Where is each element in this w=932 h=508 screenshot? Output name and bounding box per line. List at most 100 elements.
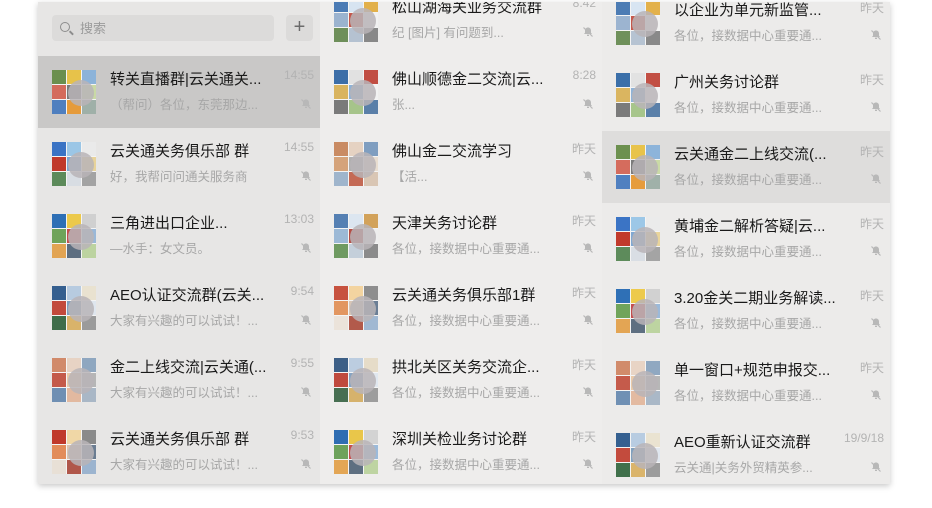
mute-bell-icon [300, 98, 312, 110]
chat-preview: 各位，接数据中心重要通... [674, 389, 822, 403]
chat-title: 松山湖海关业务交流群 [392, 2, 543, 16]
mute-bell-icon [870, 245, 882, 257]
mute-bell-icon [582, 242, 594, 254]
chat-preview: 各位，接数据中心重要通... [674, 101, 822, 115]
chat-title: 3.20金关二期业务解读... [674, 290, 836, 307]
privacy-blur [350, 152, 376, 178]
mute-bell-icon [870, 461, 882, 473]
privacy-blur [350, 80, 376, 106]
chat-list-item[interactable]: 云关通关务俱乐部 群 9:53 大家有兴趣的可以试试！... [38, 416, 320, 484]
add-chat-button[interactable]: + [286, 15, 313, 41]
chat-column-1: + 转关直播群|云关通关... 14:55 （帮问）各位，东莞那边... 云关通关务俱… [38, 2, 320, 484]
chat-title: 云关通关务俱乐部 群 [110, 431, 250, 448]
chat-preview: 云关通|关务外贸精英参... [674, 461, 813, 475]
chat-title: 广州关务讨论群 [674, 74, 780, 91]
chat-list-item[interactable]: 天津关务讨论群 昨天 各位，接数据中心重要通... [320, 200, 602, 272]
chat-preview: 各位，接数据中心重要通... [392, 242, 540, 256]
chat-preview: 各位，接数据中心重要通... [674, 29, 822, 43]
mute-bell-icon [582, 386, 594, 398]
mute-bell-icon [870, 317, 882, 329]
privacy-blur [68, 368, 94, 394]
privacy-blur [350, 296, 376, 322]
mute-bell-icon [870, 101, 882, 113]
chat-list-item[interactable]: 松山湖海关业务交流群 8:42 纪 [图片] 有问题到... [320, 2, 602, 56]
chat-preview: 好，我帮问问通关服务商 [110, 170, 248, 184]
chat-list: 以企业为单元新监管... 昨天 各位，接数据中心重要通... 广州关务讨论群 昨天 各位，… [602, 2, 890, 484]
chat-time: 13:03 [283, 212, 314, 226]
chat-time: 9:54 [290, 284, 314, 298]
chat-time: 昨天 [571, 142, 596, 156]
mute-bell-icon [300, 242, 312, 254]
chat-time: 昨天 [571, 214, 596, 228]
chat-preview: （帮问）各位，东莞那边... [110, 98, 258, 112]
chat-title: 黄埔金二解析答疑|云... [674, 218, 826, 235]
chat-preview: 张... [392, 98, 415, 112]
chat-list-item[interactable]: 3.20金关二期业务解读... 昨天各位，接数据中心重要通... [602, 275, 890, 347]
chat-time: 19/9/18 [843, 431, 884, 445]
search-icon [60, 22, 70, 32]
chat-time: 昨天 [859, 217, 884, 231]
chat-preview: 【活... [392, 170, 428, 184]
chat-column-2: 松山湖海关业务交流群 8:42 纪 [图片] 有问题到... 佛山顺德金二交流|云..… [320, 2, 602, 484]
chat-time: 8:28 [572, 68, 596, 82]
chat-list-item[interactable]: 云关通金二上线交流(... 昨天 各位，接数据中心重要通... [602, 131, 890, 203]
mute-bell-icon [300, 170, 312, 182]
mute-bell-icon [582, 458, 594, 470]
chat-title: 三角进出口企业... [110, 215, 228, 232]
chat-preview: 纪 [图片] 有问题到... [392, 26, 504, 40]
chat-list-item[interactable]: 佛山顺德金二交流|云... 8:28 张... [320, 56, 602, 128]
chat-title: AEO重新认证交流群 [674, 434, 811, 451]
privacy-blur [68, 224, 94, 250]
chat-time: 8:42 [572, 2, 596, 10]
chat-time: 9:53 [290, 428, 314, 442]
privacy-blur [350, 440, 376, 466]
chat-list-item[interactable]: 金二上线交流|云关通(... 9:55 大家有兴趣的可以试试！... [38, 344, 320, 416]
privacy-blur [632, 227, 658, 253]
chat-title: 云关通关务俱乐部1群 [392, 287, 536, 304]
chat-time: 昨天 [859, 289, 884, 303]
chat-time: 昨天 [859, 361, 884, 375]
mute-bell-icon [582, 98, 594, 110]
chat-time: 昨天 [859, 145, 884, 159]
chat-time: 14:55 [283, 68, 314, 82]
chat-preview: 大家有兴趣的可以试试！... [110, 314, 258, 328]
chat-title: 深圳关检业务讨论群 [392, 431, 528, 448]
chat-list-item[interactable]: 云关通关务俱乐部 群 14:55 好，我帮问问通关服务商 [38, 128, 320, 200]
privacy-blur [350, 8, 376, 34]
search-box[interactable] [52, 15, 274, 41]
mute-bell-icon [582, 170, 594, 182]
privacy-blur [68, 152, 94, 178]
chat-list-item[interactable]: 广州关务讨论群 昨天各位，接数据中心重要通... [602, 59, 890, 131]
privacy-blur [68, 80, 94, 106]
chat-time: 昨天 [859, 73, 884, 87]
chat-list-item[interactable]: 以企业为单元新监管... 昨天 各位，接数据中心重要通... [602, 2, 890, 59]
chat-list-item[interactable]: 黄埔金二解析答疑|云... 昨天 各位，接数据中心重要通... [602, 203, 890, 275]
chat-preview: 各位，接数据中心重要通... [674, 317, 822, 331]
chat-title: 以企业为单元新监管... [674, 2, 822, 19]
chat-time: 9:55 [290, 356, 314, 370]
chat-list-item[interactable]: 三角进出口企业... 13:03 —水手：女文员。 [38, 200, 320, 272]
chat-list-item[interactable]: AEO认证交流群(云关... 9:54 大家有兴趣的可以试试！... [38, 272, 320, 344]
chat-title: 单一窗口+规范申报交... [674, 362, 831, 379]
chat-list-item[interactable]: 转关直播群|云关通关... 14:55 （帮问）各位，东莞那边... [38, 56, 320, 128]
chat-title: 拱北关区关务交流企... [392, 359, 540, 376]
chat-list-item[interactable]: 单一窗口+规范申报交... 昨天各位，接数据中心重要通... [602, 347, 890, 419]
mute-bell-icon [870, 389, 882, 401]
chat-preview: 各位，接数据中心重要通... [392, 386, 540, 400]
privacy-blur [68, 440, 94, 466]
search-input[interactable] [80, 18, 260, 38]
mute-bell-icon [582, 314, 594, 326]
mute-bell-icon [870, 173, 882, 185]
chat-preview: 大家有兴趣的可以试试！... [110, 386, 258, 400]
chat-list-item[interactable]: AEO重新认证交流群 19/9/18 云关通|关务外贸精英参... [602, 419, 890, 484]
privacy-blur [632, 371, 658, 397]
chat-preview: 大家有兴趣的可以试试！... [110, 458, 258, 472]
chat-preview: 各位，接数据中心重要通... [392, 458, 540, 472]
chat-time: 昨天 [571, 430, 596, 444]
chat-list-item[interactable]: 云关通关务俱乐部1群 昨天 各位，接数据中心重要通... [320, 272, 602, 344]
chat-list-item[interactable]: 深圳关检业务讨论群 昨天各位，接数据中心重要通... [320, 416, 602, 484]
chat-list-item[interactable]: 拱北关区关务交流企... 昨天 各位，接数据中心重要通... [320, 344, 602, 416]
chat-list-item[interactable]: 佛山金二交流学习 昨天 【活... [320, 128, 602, 200]
chat-preview: —水手：女文员。 [110, 242, 211, 256]
mute-bell-icon [300, 314, 312, 326]
